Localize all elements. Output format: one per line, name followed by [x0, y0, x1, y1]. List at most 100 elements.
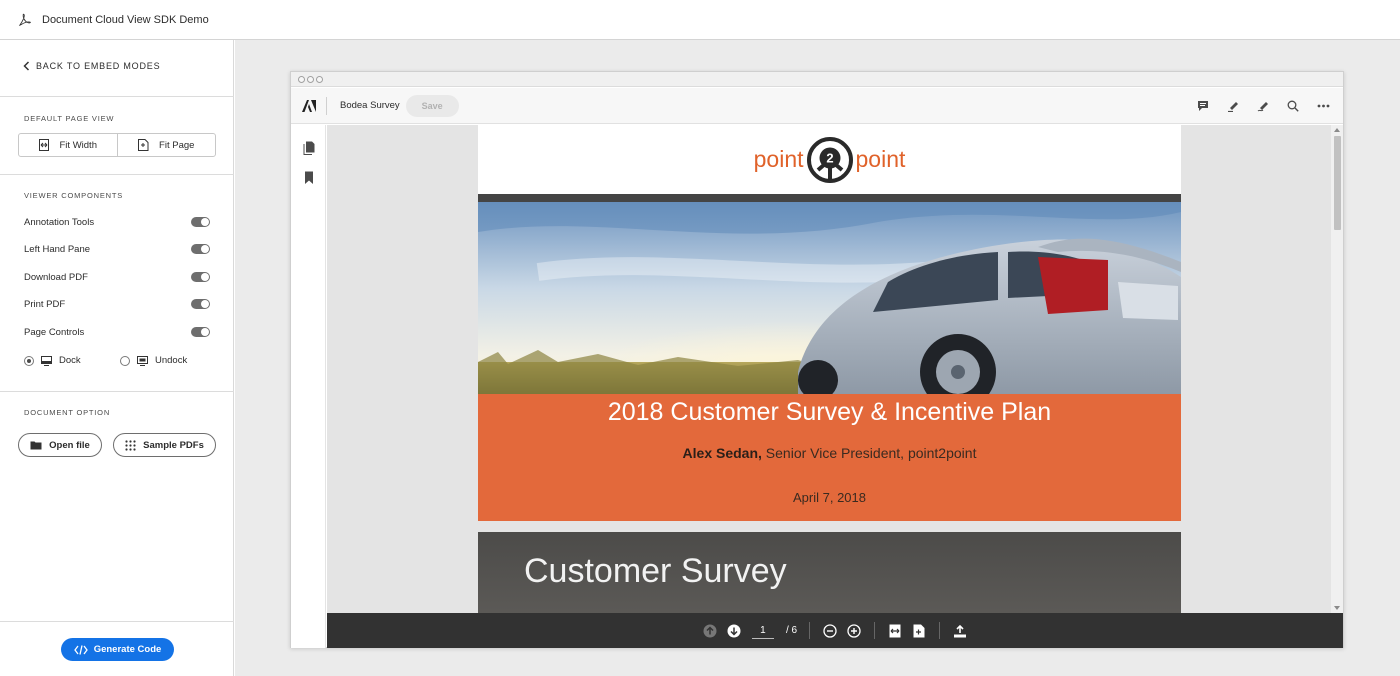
- toolbar-divider: [326, 96, 327, 115]
- pdf-viewer-window: Bodea Survey Save point 2 point 2018 Cus…: [290, 71, 1344, 648]
- toggle-label: Print PDF: [24, 298, 66, 310]
- total-pages: / 6: [785, 625, 798, 636]
- page-controls-bar: / 6: [327, 613, 1343, 648]
- fit-page-icon: [138, 139, 149, 151]
- app-title: Document Cloud View SDK Demo: [42, 13, 209, 26]
- settings-sidebar: BACK TO EMBED MODES DEFAULT PAGE VIEW Fi…: [0, 40, 234, 676]
- more-icon[interactable]: [1313, 97, 1333, 115]
- fit-page-button[interactable]: Fit Page: [116, 134, 216, 156]
- title-banner: 2018 Customer Survey & Incentive Plan Al…: [478, 394, 1181, 521]
- zoom-in-icon[interactable]: [845, 622, 863, 640]
- fit-width-button[interactable]: Fit Width: [19, 134, 117, 156]
- search-icon[interactable]: [1283, 97, 1303, 115]
- page-controls-switch[interactable]: [191, 327, 210, 337]
- pages-icon[interactable]: [303, 141, 315, 155]
- left-hand-pane-switch[interactable]: [191, 244, 210, 254]
- window-dot: [316, 75, 323, 83]
- undock-radio-option[interactable]: Undock: [120, 355, 187, 366]
- survey-date: April 7, 2018: [793, 490, 866, 505]
- dock-radio[interactable]: [24, 355, 34, 366]
- folder-icon: [30, 441, 42, 450]
- steering-wheel-icon: 2: [806, 136, 853, 183]
- page-view-segmented-control: Fit Width Fit Page: [18, 133, 216, 157]
- undock-icon: [137, 355, 148, 366]
- window-dot: [307, 75, 314, 83]
- divider: [0, 96, 234, 97]
- open-file-label: Open file: [49, 439, 90, 451]
- download-icon[interactable]: [951, 622, 969, 640]
- dock-icon: [41, 355, 52, 366]
- fit-width-control-icon[interactable]: [886, 622, 904, 640]
- next-page-icon[interactable]: [725, 622, 743, 640]
- scroll-thumb[interactable]: [1334, 136, 1341, 230]
- survey-title: 2018 Customer Survey & Incentive Plan: [607, 398, 1052, 426]
- open-file-button[interactable]: Open file: [18, 433, 102, 457]
- generate-code-label: Generate Code: [93, 644, 162, 655]
- dock-label: Dock: [59, 355, 81, 366]
- fit-width-icon: [38, 139, 49, 151]
- divider: [0, 391, 234, 392]
- point2point-logo: point 2 point: [753, 136, 906, 183]
- document-name: Bodea Survey: [340, 100, 400, 111]
- author-name: Alex Sedan,: [682, 445, 762, 461]
- app-header: Document Cloud View SDK Demo: [0, 0, 1400, 40]
- scroll-down-arrow-icon[interactable]: [1334, 606, 1340, 610]
- highlight-icon[interactable]: [1223, 97, 1243, 115]
- divider: [0, 174, 234, 175]
- acrobat-logo-icon: [18, 13, 31, 26]
- save-button[interactable]: Save: [405, 94, 459, 117]
- toggle-row-page-controls: Page Controls: [24, 325, 210, 339]
- generate-code-button[interactable]: Generate Code: [61, 638, 174, 661]
- page-header-strip: [478, 194, 1181, 202]
- viewer-toolbar: Bodea Survey Save: [291, 88, 1343, 124]
- fit-page-control-icon[interactable]: [910, 622, 928, 640]
- fit-width-label: Fit Width: [59, 139, 97, 151]
- page-2-title: Customer Survey: [524, 552, 787, 590]
- pdf-page-2: Customer Survey: [478, 532, 1181, 613]
- comment-icon[interactable]: [1193, 97, 1213, 115]
- toggle-label: Page Controls: [24, 326, 85, 338]
- toggle-label: Download PDF: [24, 271, 88, 283]
- zoom-out-icon[interactable]: [821, 622, 839, 640]
- back-label: BACK TO EMBED MODES: [36, 61, 161, 71]
- scroll-up-arrow-icon[interactable]: [1334, 128, 1340, 132]
- controls-divider: [809, 622, 811, 639]
- vertical-scrollbar[interactable]: [1331, 125, 1343, 613]
- sample-pdfs-label: Sample PDFs: [143, 439, 204, 451]
- car-photo: [478, 202, 1181, 394]
- toggle-row-print-pdf: Print PDF: [24, 297, 210, 311]
- back-to-embed-modes-link[interactable]: BACK TO EMBED MODES: [23, 61, 160, 71]
- toggle-label: Annotation Tools: [24, 216, 95, 228]
- bookmark-icon[interactable]: [303, 171, 315, 185]
- previous-page-icon[interactable]: [701, 622, 719, 640]
- author-line: Alex Sedan, Senior Vice President, point…: [478, 445, 1181, 461]
- controls-divider: [874, 622, 876, 639]
- print-pdf-switch[interactable]: [191, 299, 210, 309]
- adobe-logo-icon: [302, 99, 316, 112]
- undock-radio[interactable]: [120, 355, 130, 366]
- annotation-tools: [1183, 97, 1333, 115]
- controls-divider: [939, 622, 941, 639]
- code-icon: [73, 644, 88, 655]
- current-page-input[interactable]: [751, 622, 774, 639]
- toggle-label: Left Hand Pane: [24, 243, 91, 255]
- toggle-row-annotation-tools: Annotation Tools: [24, 215, 210, 229]
- annotation-tools-switch[interactable]: [191, 217, 210, 227]
- undock-label: Undock: [155, 355, 188, 366]
- grid-dots-icon: [125, 439, 136, 451]
- left-hand-pane: [291, 125, 326, 648]
- dock-radio-option[interactable]: Dock: [24, 355, 81, 366]
- brand-logo: point 2 point: [478, 125, 1181, 194]
- brand-badge-text: 2: [826, 150, 833, 165]
- author-role: Senior Vice President, point2point: [761, 445, 977, 461]
- draw-icon[interactable]: [1253, 97, 1273, 115]
- chevron-left-icon: [23, 61, 30, 71]
- brand-left-text: point: [753, 146, 804, 172]
- sample-pdfs-button[interactable]: Sample PDFs: [113, 433, 216, 457]
- document-canvas[interactable]: point 2 point 2018 Customer Survey & Inc…: [327, 125, 1343, 613]
- download-pdf-switch[interactable]: [191, 272, 210, 282]
- window-dot: [298, 75, 305, 83]
- brand-right-text: point: [855, 146, 906, 172]
- window-titlebar: [291, 72, 1343, 87]
- pdf-page-1: point 2 point 2018 Customer Survey & Inc…: [478, 125, 1181, 521]
